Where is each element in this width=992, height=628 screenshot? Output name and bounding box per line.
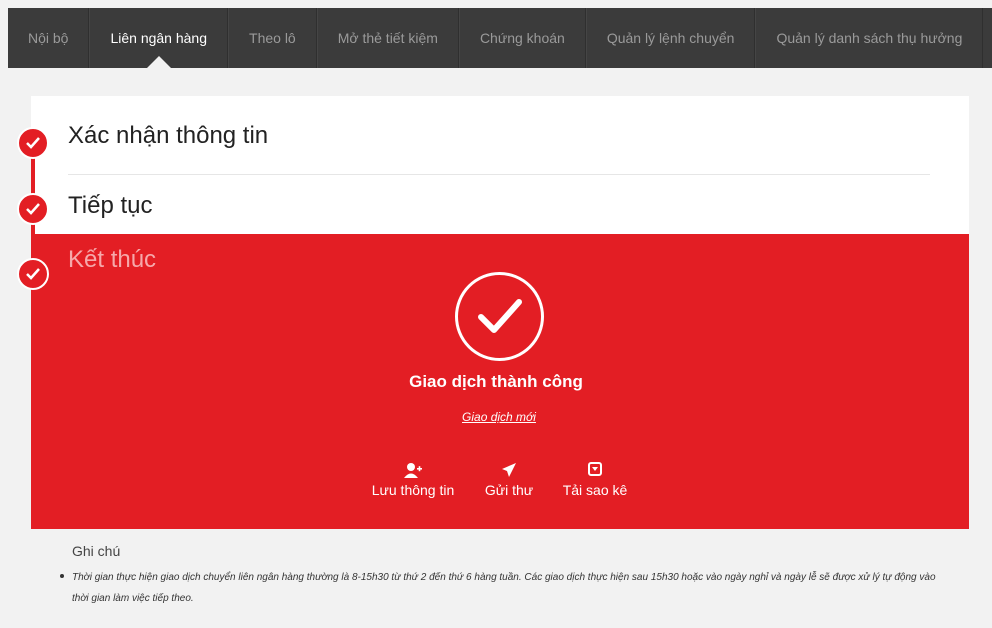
tab-lien-ngan-hang[interactable]: Liên ngân hàng <box>89 8 229 68</box>
success-message: Giao dịch thành công <box>409 372 583 391</box>
tab-chung-khoan[interactable]: Chứng khoán <box>458 8 586 68</box>
success-check-icon <box>455 272 544 361</box>
save-info-label: Lưu thông tin <box>371 482 455 498</box>
step-finish-title: Kết thúc <box>68 246 157 273</box>
tab-quan-ly-danh-sach-thu-huong[interactable]: Quản lý danh sách thụ hưởng <box>755 8 984 68</box>
check-icon <box>17 127 49 159</box>
save-info-button[interactable]: Lưu thông tin <box>366 462 460 498</box>
step-confirm-title: Xác nhận thông tin <box>68 122 269 149</box>
check-icon <box>17 193 49 225</box>
notes-text: Thời gian thực hiện giao dịch chuyển liê… <box>72 572 936 604</box>
check-icon <box>17 258 49 290</box>
send-mail-label: Gửi thư <box>484 482 534 498</box>
download-icon <box>558 462 632 480</box>
top-navigation: Nội bộ Liên ngân hàng Theo lô Mở thẻ tiế… <box>8 8 992 68</box>
send-icon <box>480 462 538 480</box>
tab-quan-ly-lenh-chuyen[interactable]: Quản lý lệnh chuyển <box>585 8 756 68</box>
download-statement-button[interactable]: Tải sao kê <box>558 462 632 498</box>
notes-title: Ghi chú <box>72 543 121 559</box>
tab-mo-the-tiet-kiem[interactable]: Mở thẻ tiết kiệm <box>316 8 459 68</box>
download-statement-label: Tải sao kê <box>562 482 628 498</box>
send-mail-button[interactable]: Gửi thư <box>480 462 538 498</box>
tab-noi-bo[interactable]: Nội bộ <box>8 8 90 68</box>
step-continue-title: Tiếp tục <box>68 192 153 219</box>
step-divider <box>68 174 930 175</box>
new-transaction-link[interactable]: Giao dịch mới <box>0 410 992 424</box>
tab-theo-lo[interactable]: Theo lô <box>228 8 317 68</box>
note-bullet <box>60 574 64 578</box>
add-user-icon <box>366 462 460 480</box>
